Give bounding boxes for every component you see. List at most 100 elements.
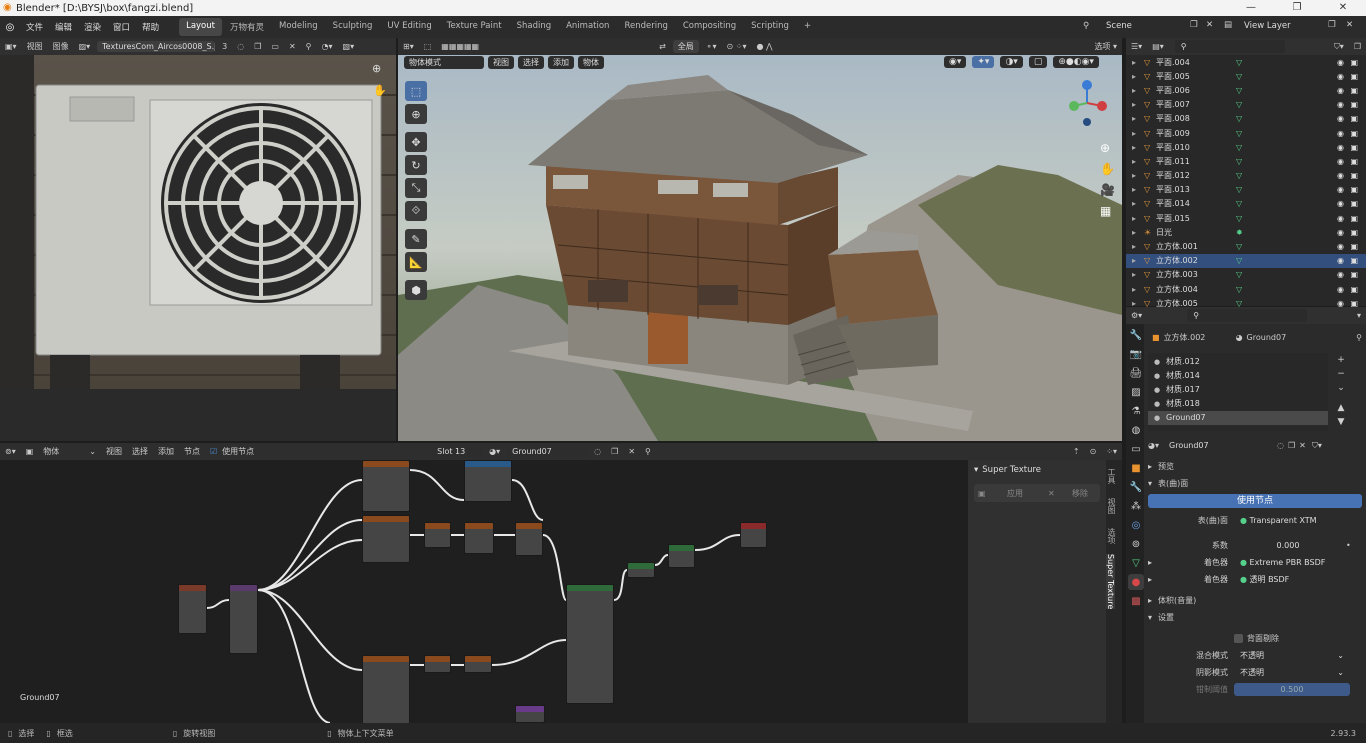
volume-section[interactable]: ▸ 体积(音量)	[1148, 592, 1362, 609]
node-menu-add[interactable]: 添加	[153, 445, 179, 458]
move-slot-up-button[interactable]: ▲	[1328, 401, 1354, 415]
shader-node[interactable]	[464, 655, 492, 673]
expand-arrow-icon[interactable]: ▸	[1132, 285, 1136, 294]
expand-arrow-icon[interactable]: ▸	[1132, 242, 1136, 251]
outliner-row[interactable]: ▸ ▽ 平面.007 ▽ ◉ ▣	[1126, 98, 1366, 112]
visibility-eye-icon[interactable]: ◉	[1337, 114, 1344, 123]
render-camera-icon[interactable]: ▣	[1350, 199, 1358, 208]
overlay-icon[interactable]: ◔▾	[317, 41, 338, 52]
image-menu-view[interactable]: 视图	[22, 40, 48, 53]
pin-context-icon[interactable]: ⚲	[1356, 333, 1362, 342]
visibility-eye-icon[interactable]: ◉	[1337, 58, 1344, 67]
close-button[interactable]: ✕	[1320, 0, 1366, 16]
shader-node[interactable]	[515, 522, 543, 556]
super-texture-panel-title[interactable]: ▾ Super Texture	[968, 460, 1106, 480]
node-header[interactable]	[179, 585, 206, 591]
overlays-icon[interactable]: ◑▾	[1000, 56, 1023, 68]
mesh-data-icon[interactable]: ▽	[1236, 185, 1242, 194]
tab-scripting[interactable]: Scripting	[744, 18, 796, 36]
blend-mode-dropdown[interactable]: 不透明 ⌄	[1234, 649, 1350, 662]
visibility-eye-icon[interactable]: ◉	[1337, 256, 1344, 265]
render-camera-icon[interactable]: ▣	[1350, 242, 1358, 251]
xray-icon[interactable]: ▢	[1028, 56, 1048, 68]
clip-threshold-field[interactable]: 0.500	[1234, 683, 1350, 696]
node-parent-icon[interactable]: ⇡	[1068, 446, 1085, 457]
shader2-expand-icon[interactable]: ▸	[1148, 575, 1158, 584]
node-header[interactable]	[363, 516, 409, 522]
remove-button[interactable]: 移除	[1060, 488, 1100, 499]
3d-viewport[interactable]: ⊞▾ ⬚ ▦▦▦▦▦ ⇄ 全局 ⚬▾ ⊙ ⁘▾ ● ⋀ 选项 ▾ 物体模式 视图…	[398, 38, 1122, 441]
annotate-tool-icon[interactable]: ✎	[405, 229, 427, 249]
outliner-row[interactable]: ▸ ▽ 立方体.001 ▽ ◉ ▣	[1126, 239, 1366, 253]
fake-user-shield-icon[interactable]: ◌	[1277, 441, 1284, 450]
data-tab-icon[interactable]: ▽	[1128, 555, 1144, 571]
camera-view-icon[interactable]: 🎥	[1100, 180, 1115, 201]
viewport-menu-select[interactable]: 选择	[518, 56, 544, 69]
delete-view-layer-icon[interactable]: ✕	[1346, 20, 1353, 30]
surface-shader-field[interactable]: ● Transparent XTM	[1234, 514, 1342, 527]
display-channels-icon[interactable]: ▧▾	[338, 41, 360, 52]
tab-animation[interactable]: Animation	[559, 18, 616, 36]
expand-arrow-icon[interactable]: ▸	[1132, 114, 1136, 123]
open-image-icon[interactable]: ▭	[266, 41, 284, 52]
node-menu-node[interactable]: 节点	[179, 445, 205, 458]
outliner-row[interactable]: ▸ ▽ 立方体.003 ▽ ◉ ▣	[1126, 268, 1366, 282]
particles-tab-icon[interactable]: ⁂	[1128, 498, 1144, 514]
add-workspace-button[interactable]: +	[797, 18, 818, 36]
node-header[interactable]	[363, 461, 409, 467]
object-tab-icon[interactable]: ■	[1128, 460, 1144, 476]
visibility-eye-icon[interactable]: ◉	[1337, 86, 1344, 95]
viewport-menu-view[interactable]: 视图	[488, 56, 514, 69]
scale-tool-icon[interactable]: ⤡	[405, 178, 427, 198]
shadow-mode-dropdown[interactable]: 不透明 ⌄	[1234, 666, 1350, 679]
node-unlink-icon[interactable]: ✕	[623, 446, 640, 457]
move-tool-icon[interactable]: ✥	[405, 132, 427, 152]
node-header[interactable]	[363, 656, 409, 662]
mesh-data-icon[interactable]: ▽	[1236, 171, 1242, 180]
select-mode-icons[interactable]: ▦▦▦▦▦	[436, 41, 484, 52]
properties-search-input[interactable]: ⚲	[1187, 309, 1308, 322]
outliner-row[interactable]: ▸ ▽ 平面.004 ▽ ◉ ▣	[1126, 55, 1366, 69]
tab-layout[interactable]: Layout	[179, 18, 222, 36]
tab-compositing[interactable]: Compositing	[676, 18, 743, 36]
expand-arrow-icon[interactable]: ▸	[1132, 270, 1136, 279]
mesh-data-icon[interactable]: ▽	[1236, 143, 1242, 152]
material-name-field[interactable]: Ground07	[1163, 439, 1273, 452]
outliner-row[interactable]: ▸ ▽ 平面.009 ▽ ◉ ▣	[1126, 126, 1366, 140]
slot-specials-button[interactable]: ⌄	[1328, 381, 1354, 395]
render-camera-icon[interactable]: ▣	[1350, 171, 1358, 180]
backface-checkbox[interactable]	[1234, 634, 1243, 643]
outliner-filter-icon[interactable]: ⛉▾	[1329, 41, 1349, 53]
pan-view-icon[interactable]: ✋	[1100, 159, 1115, 180]
viewport-options-button[interactable]: 选项 ▾	[1089, 40, 1122, 53]
shader-node[interactable]	[464, 460, 512, 502]
node-options-icon[interactable]: ⁘▾	[1101, 446, 1122, 457]
proportional-edit-icon[interactable]: ● ⋀	[751, 41, 777, 52]
measure-tool-icon[interactable]: 📐	[405, 252, 427, 272]
shader-node[interactable]	[424, 522, 451, 548]
constraints-tab-icon[interactable]: ⊚	[1128, 536, 1144, 552]
outliner-row[interactable]: ▸ ▽ 平面.005 ▽ ◉ ▣	[1126, 69, 1366, 83]
visibility-icon[interactable]: ◉▾	[944, 56, 967, 68]
visibility-eye-icon[interactable]: ◉	[1337, 157, 1344, 166]
visibility-eye-icon[interactable]: ◉	[1337, 214, 1344, 223]
shader-node[interactable]	[668, 544, 695, 568]
add-slot-button[interactable]: +	[1328, 353, 1354, 367]
visibility-eye-icon[interactable]: ◉	[1337, 72, 1344, 81]
mesh-data-icon[interactable]: ▽	[1236, 72, 1242, 81]
material-slot-item[interactable]: Ground07	[1148, 411, 1328, 425]
mesh-data-icon[interactable]: ▽	[1236, 129, 1242, 138]
shader-type-dropdown[interactable]: 物体	[38, 445, 84, 458]
visibility-eye-icon[interactable]: ◉	[1337, 228, 1344, 237]
apply-button[interactable]: 应用	[990, 488, 1040, 499]
render-camera-icon[interactable]: ▣	[1350, 228, 1358, 237]
outliner-display-mode-icon[interactable]: ▤▾	[1147, 41, 1169, 52]
properties-editor-type-icon[interactable]: ⚙▾	[1126, 310, 1147, 321]
tab-wanwuyouling[interactable]: 万物有灵	[223, 18, 271, 36]
material-slot-item[interactable]: 材质.017	[1148, 383, 1328, 397]
shader-node[interactable]	[362, 460, 410, 512]
visibility-eye-icon[interactable]: ◉	[1337, 199, 1344, 208]
light-data-icon[interactable]: ✸	[1236, 228, 1243, 237]
settings-section[interactable]: ▾ 设置	[1148, 609, 1362, 626]
tab-modeling[interactable]: Modeling	[272, 18, 325, 36]
